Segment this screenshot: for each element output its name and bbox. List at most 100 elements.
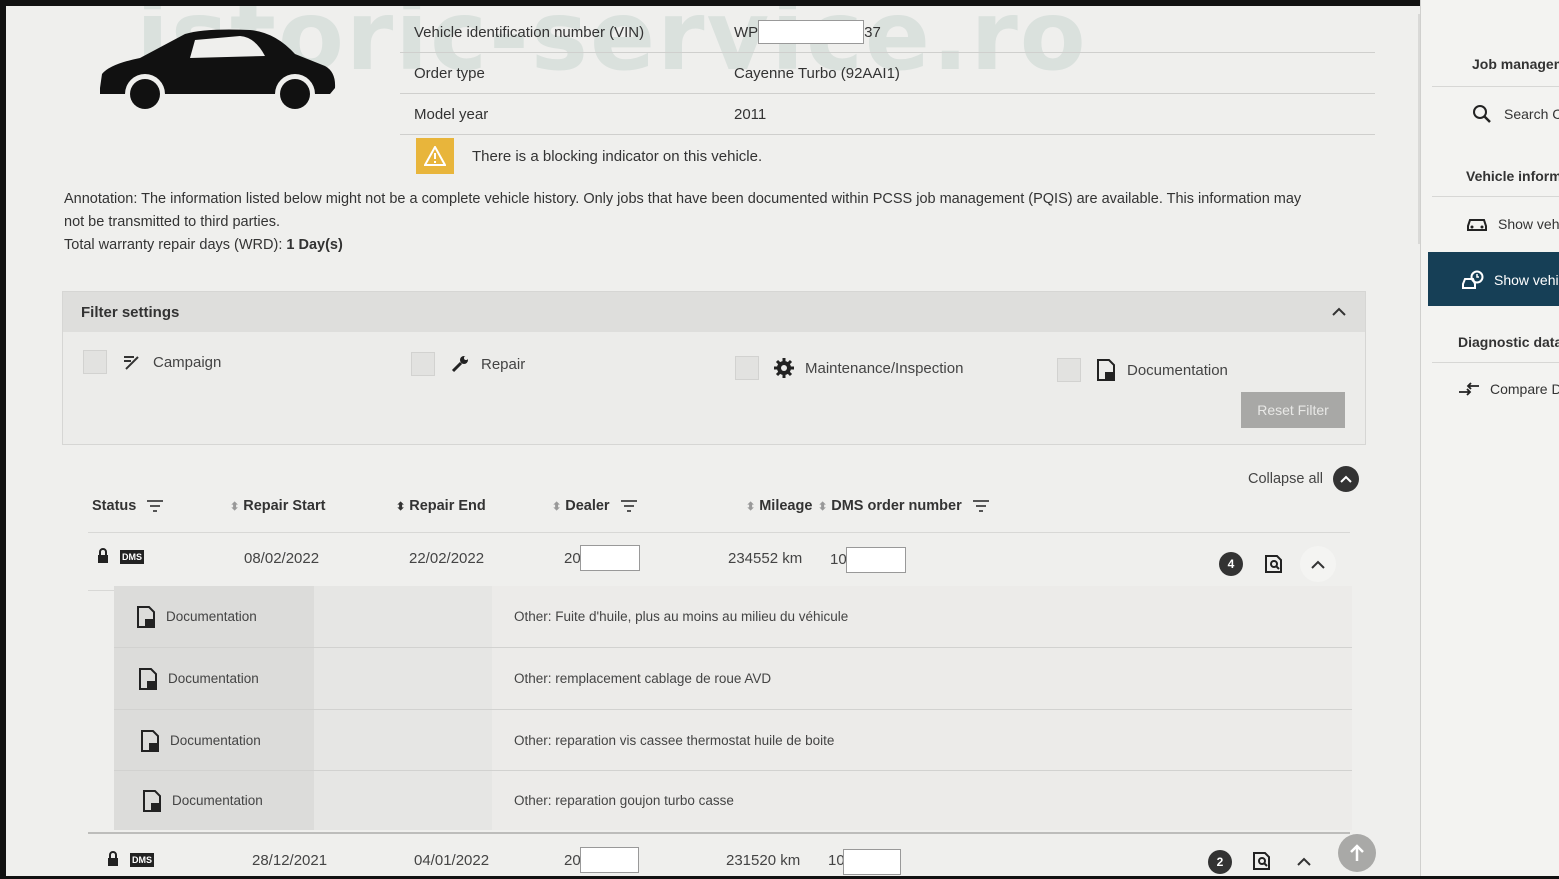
chevron-up-icon[interactable] xyxy=(1331,304,1347,321)
wrd-label: Total warranty repair days (WRD): xyxy=(64,237,283,253)
reset-filter-button[interactable]: Reset Filter xyxy=(1241,392,1345,428)
collapse-all-control[interactable]: Collapse all xyxy=(1248,466,1359,492)
dealer-prefix: 20 xyxy=(564,852,581,869)
job-count-badge: 4 xyxy=(1219,552,1243,576)
filter-repair[interactable]: Repair xyxy=(411,352,525,376)
document-icon xyxy=(137,605,155,628)
header-divider xyxy=(88,532,1350,533)
col-status-label: Status xyxy=(92,498,137,514)
car-history-icon xyxy=(1462,270,1484,289)
col-dms-order-label: DMS order number xyxy=(831,498,962,514)
nav-search[interactable]: Search C xyxy=(1472,104,1559,124)
detail-type-label: Documentation xyxy=(168,671,259,686)
col-repair-end[interactable]: ⬍ Repair End xyxy=(396,498,486,514)
wrd-value: 1 Day(s) xyxy=(286,237,343,253)
vehicle-info-table: Vehicle identification number (VIN) WP 3… xyxy=(400,12,1375,135)
sort-icon: ⬍ xyxy=(552,500,562,513)
detail-type-label: Documentation xyxy=(172,793,263,808)
filter-header[interactable]: Filter settings xyxy=(63,292,1365,332)
wrench-icon xyxy=(449,353,471,375)
col-dealer[interactable]: ⬍ Dealer xyxy=(552,498,638,514)
chevron-up-icon[interactable] xyxy=(1332,466,1359,492)
col-repair-start[interactable]: ⬍ Repair Start xyxy=(230,498,325,514)
detail-type: Documentation xyxy=(136,586,257,647)
vin-suffix: 37 xyxy=(864,23,881,41)
filter-icon[interactable] xyxy=(146,499,164,513)
vin-redaction xyxy=(758,20,865,44)
maintenance-label: Maintenance/Inspection xyxy=(805,359,964,377)
nav-job-management[interactable]: Job managem xyxy=(1472,56,1559,72)
detail-type: Documentation xyxy=(140,710,261,771)
col-repair-start-label: Repair Start xyxy=(243,498,326,514)
document-icon xyxy=(143,789,161,812)
nav-show-vehicle-label: Show vehi xyxy=(1498,216,1559,232)
filter-icon[interactable] xyxy=(972,499,990,513)
nav-diagnostic-data[interactable]: Diagnostic data xyxy=(1458,334,1559,350)
documentation-checkbox[interactable] xyxy=(1057,358,1081,382)
detail-spacer xyxy=(314,586,492,830)
sort-icon: ⬍ xyxy=(396,500,406,513)
sidebar-divider xyxy=(1432,196,1559,197)
campaign-checkbox[interactable] xyxy=(83,350,107,374)
repair-checkbox[interactable] xyxy=(411,352,435,376)
dms-order-prefix: 10 xyxy=(830,551,847,568)
col-status[interactable]: Status xyxy=(92,498,164,514)
search-icon xyxy=(1473,105,1491,123)
detail-text: Other: reparation vis cassee thermostat … xyxy=(514,733,835,748)
lock-icon xyxy=(98,548,108,563)
warning-icon xyxy=(416,138,454,174)
filter-title: Filter settings xyxy=(81,303,180,321)
gear-icon xyxy=(773,357,795,379)
detail-type-label: Documentation xyxy=(170,733,261,748)
collapse-all-label: Collapse all xyxy=(1248,471,1323,487)
repair-start: 28/12/2021 xyxy=(252,852,328,869)
col-mileage-label: Mileage xyxy=(759,498,813,514)
model-year-label: Model year xyxy=(414,105,489,123)
search-document-icon[interactable] xyxy=(1244,843,1280,879)
nav-show-vehicle[interactable]: Show vehi xyxy=(1466,216,1559,232)
detail-type-label: Documentation xyxy=(166,609,257,624)
filter-items: Campaign Repair Maintenance/Inspection D… xyxy=(63,332,1365,442)
warning-text: There is a blocking indicator on this ve… xyxy=(472,147,763,165)
filter-campaign[interactable]: Campaign xyxy=(83,350,221,374)
dms-order-redaction xyxy=(843,849,901,875)
right-sidebar xyxy=(1420,0,1559,876)
repair-start: 08/02/2022 xyxy=(244,550,320,567)
repair-end: 22/02/2022 xyxy=(409,550,485,567)
row-divider xyxy=(88,832,1350,834)
search-document-icon[interactable] xyxy=(1256,546,1292,582)
maintenance-checkbox[interactable] xyxy=(735,356,759,380)
annotation: Annotation: The information listed below… xyxy=(64,188,1324,257)
order-type-row: Order type Cayenne Turbo (92AAI1) xyxy=(400,53,1375,94)
dealer-redaction xyxy=(580,847,639,873)
scroll-to-top-button[interactable] xyxy=(1338,834,1376,872)
chevron-up-icon[interactable] xyxy=(1286,843,1322,879)
sidebar-divider xyxy=(1432,86,1559,87)
campaign-icon xyxy=(121,351,143,373)
vin-value: WP 37 xyxy=(734,20,881,44)
filter-documentation[interactable]: Documentation xyxy=(1057,358,1228,382)
col-mileage[interactable]: ⬍ Mileage xyxy=(746,498,812,514)
nav-search-label: Search C xyxy=(1504,106,1559,122)
nav-vehicle-information[interactable]: Vehicle informa xyxy=(1466,168,1559,184)
documentation-label: Documentation xyxy=(1127,361,1228,379)
chevron-up-icon[interactable] xyxy=(1300,546,1336,582)
order-type-value: Cayenne Turbo (92AAI1) xyxy=(734,64,900,82)
model-year-value: 2011 xyxy=(734,105,767,123)
nav-compare[interactable]: Compare D xyxy=(1458,381,1559,397)
dealer-redaction xyxy=(580,545,640,571)
detail-text: Other: Fuite d'huile, plus au moins au m… xyxy=(514,609,849,624)
filter-maintenance[interactable]: Maintenance/Inspection xyxy=(735,356,963,380)
nav-show-vehicle-history[interactable]: Show vehi xyxy=(1462,270,1559,290)
col-dms-order[interactable]: ⬍ DMS order number xyxy=(818,498,990,514)
sort-icon: ⬍ xyxy=(746,500,756,513)
campaign-label: Campaign xyxy=(153,353,222,371)
repair-label: Repair xyxy=(481,355,526,373)
col-dealer-label: Dealer xyxy=(565,498,610,514)
sort-icon: ⬍ xyxy=(818,500,828,513)
filter-icon[interactable] xyxy=(620,499,638,513)
vin-label: Vehicle identification number (VIN) xyxy=(414,23,645,41)
dms-order-redaction xyxy=(846,547,906,573)
document-icon xyxy=(141,729,159,752)
compare-arrows-icon xyxy=(1459,382,1479,396)
